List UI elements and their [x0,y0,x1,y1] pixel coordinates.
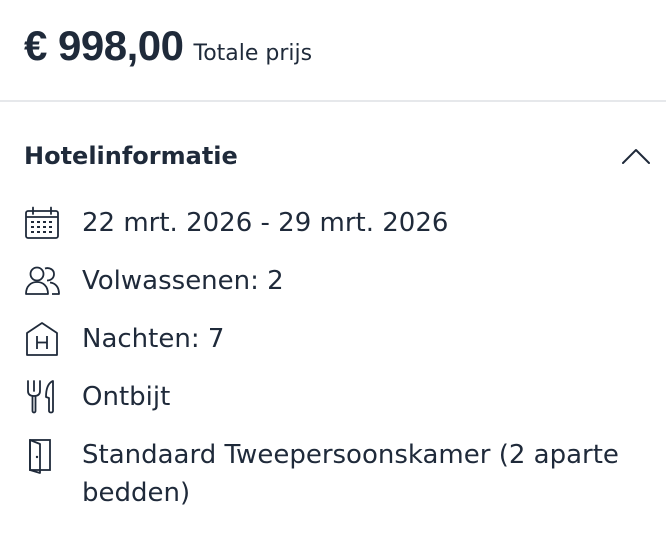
door-icon [24,436,64,474]
meal-plan: Ontbijt [82,382,171,412]
info-row-room: Standaard Tweepersoonskamer (2 aparte be… [24,436,642,512]
info-row-dates: 22 mrt. 2026 - 29 mrt. 2026 [24,204,642,242]
room-type: Standaard Tweepersoonskamer (2 aparte be… [82,440,619,508]
hotel-info-header[interactable]: Hotelinformatie [24,126,654,186]
calendar-icon [24,204,64,242]
chevron-up-icon[interactable] [618,138,654,174]
price-header: € 998,00 Totale prijs [0,0,666,102]
total-price: € 998,00 [24,22,184,69]
total-price-label: Totale prijs [193,41,313,66]
stay-dates: 22 mrt. 2026 - 29 mrt. 2026 [82,208,449,238]
info-row-meal: Ontbijt [24,378,642,416]
nights-count: Nachten: 7 [82,324,225,354]
users-icon [24,262,64,300]
adults-count: Volwassenen: 2 [82,266,284,296]
hotel-icon [24,320,64,358]
hotel-info-title: Hotelinformatie [24,142,238,170]
hotel-info-list: 22 mrt. 2026 - 29 mrt. 2026 Volwassenen:… [24,204,642,532]
info-row-nights: Nachten: 7 [24,320,642,358]
fork-knife-icon [24,378,64,416]
info-row-adults: Volwassenen: 2 [24,262,642,300]
